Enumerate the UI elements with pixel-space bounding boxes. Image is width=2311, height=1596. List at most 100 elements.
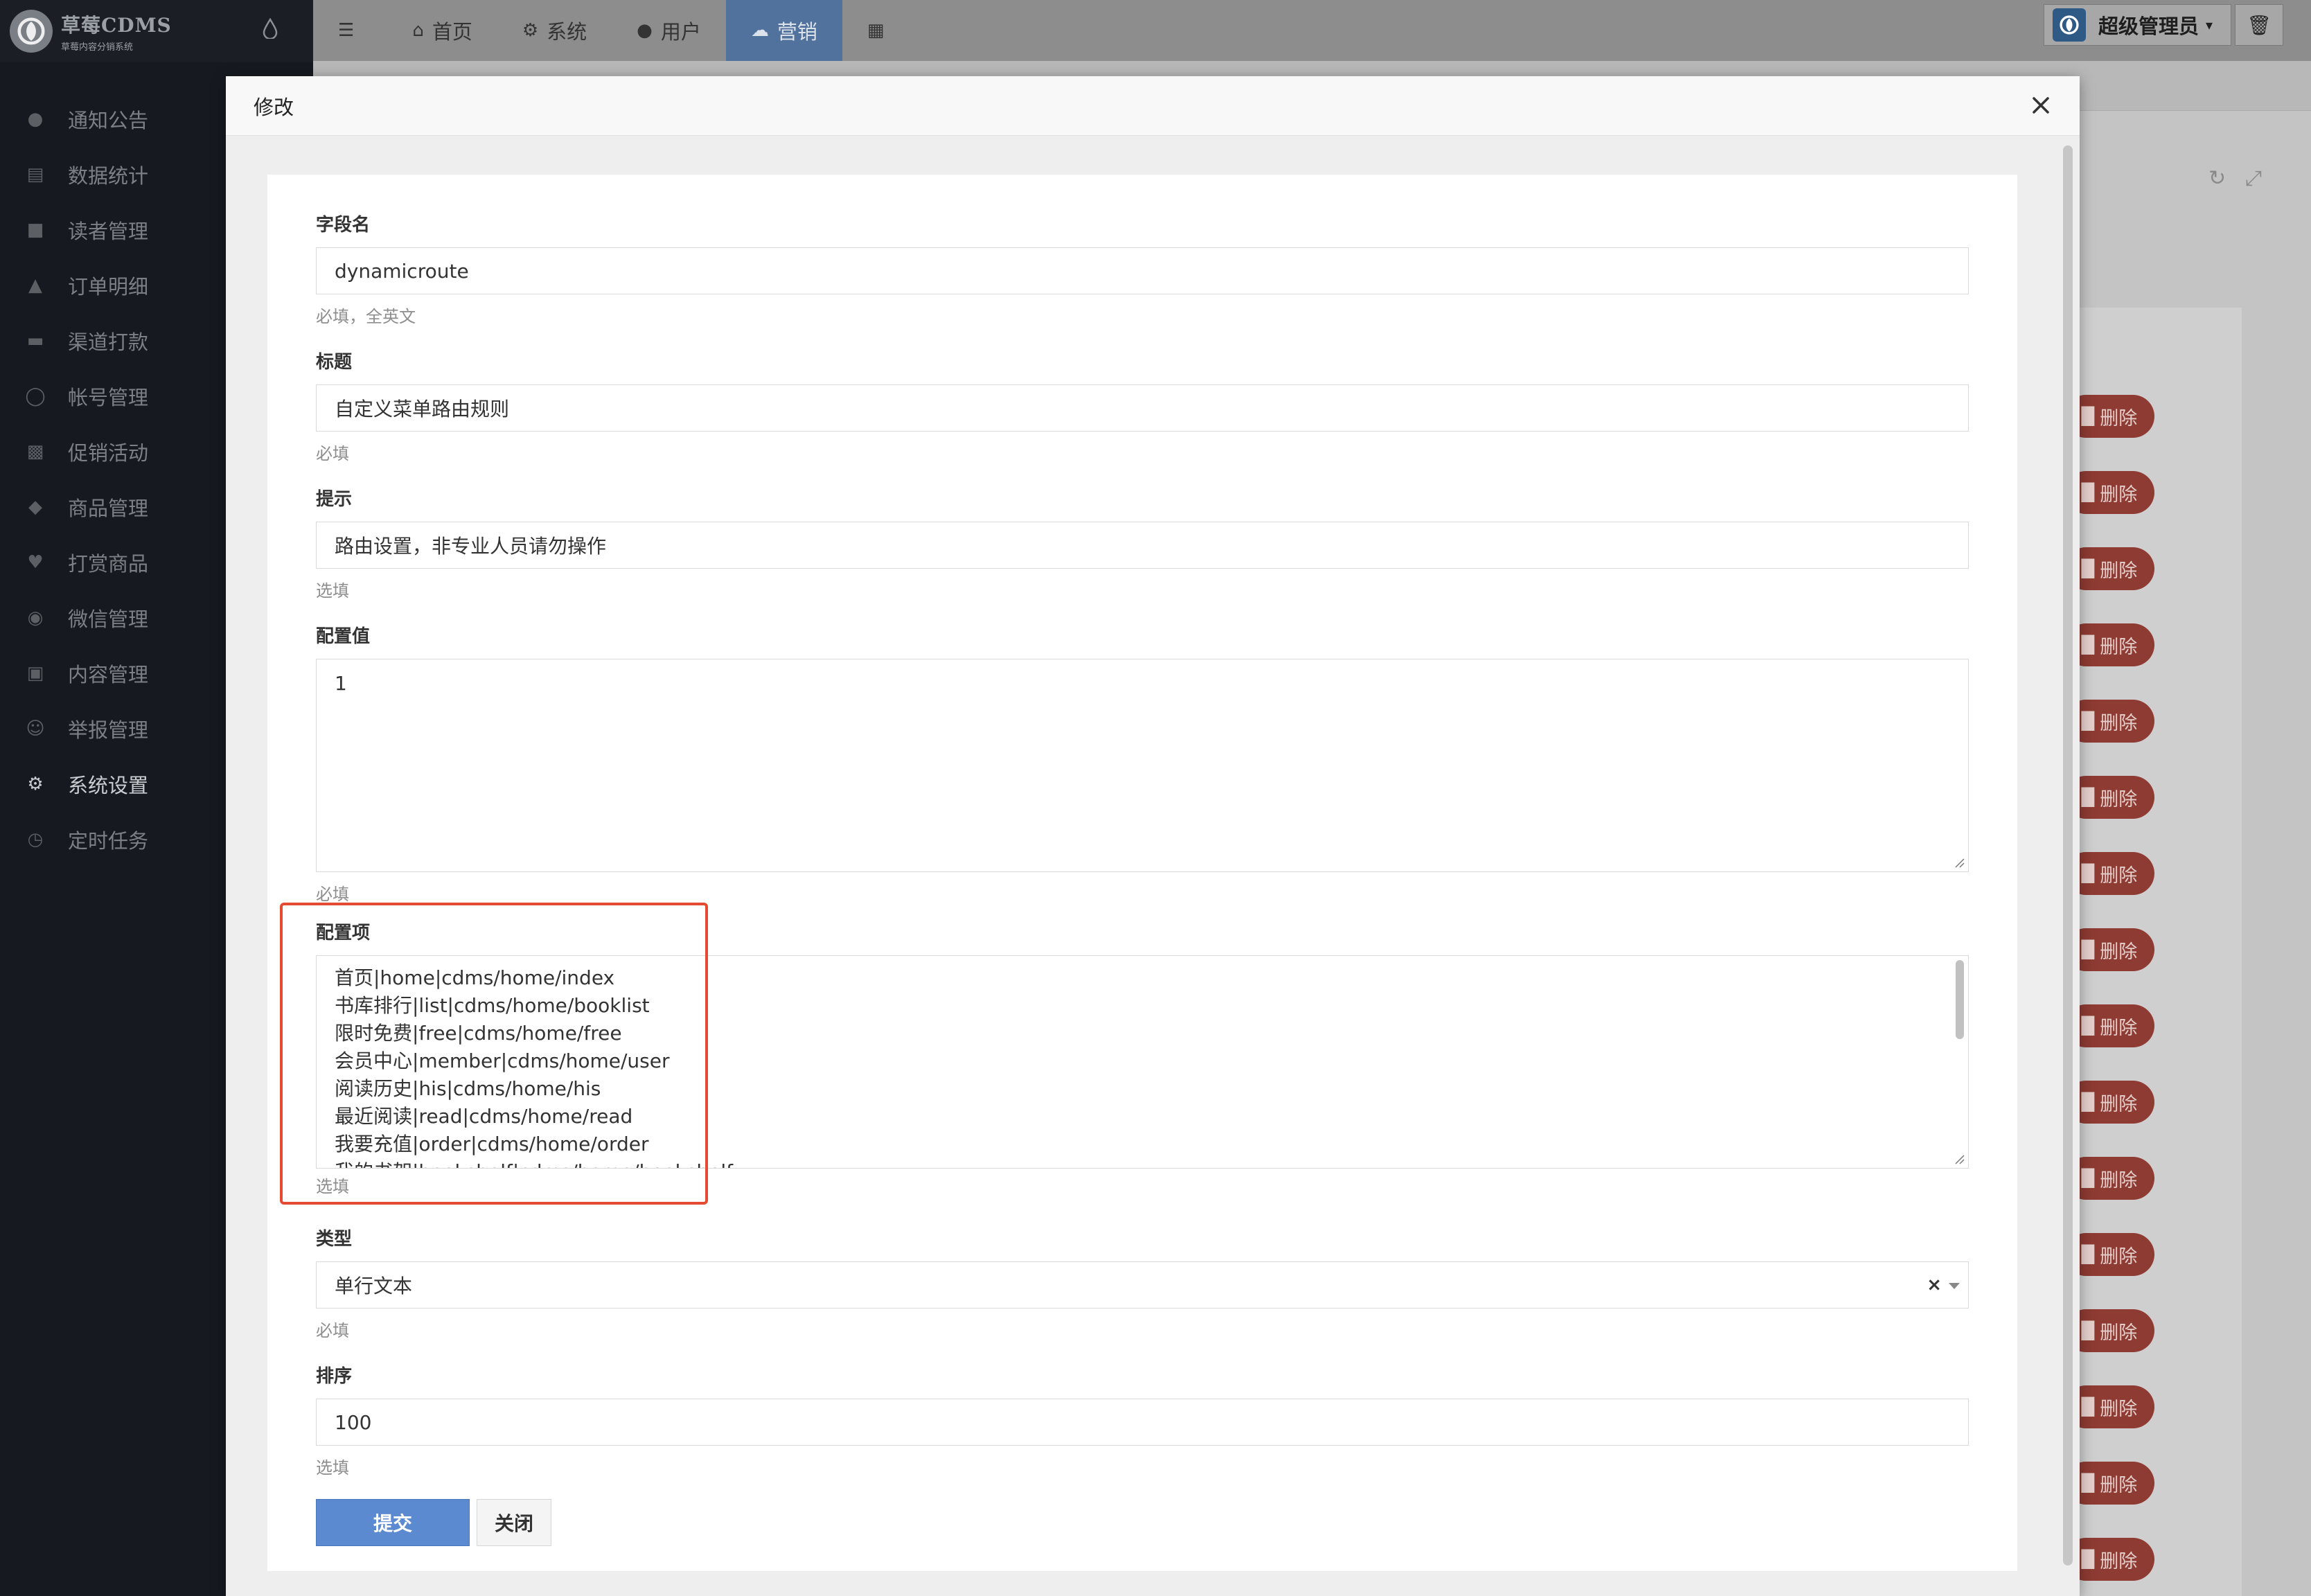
close-button[interactable]: 关闭 [477, 1499, 551, 1546]
field-hint: 必填 [316, 1321, 349, 1340]
textarea-scrollbar[interactable] [1954, 959, 1965, 1158]
trash-icon: █ [2081, 940, 2095, 959]
brand-header: 草莓CDMS 草莓内容分销系统 [0, 0, 313, 62]
option-line: 书库排行|list|cdms/home/booklist [335, 994, 650, 1017]
delete-label: 删除 [2100, 1550, 2138, 1572]
top-navbar: ☰ ⌂ 首页 ⚙ 系统 ● 用户 ☁ 营销 ▦ 超级管理员 ▾ 🗑 [313, 0, 2311, 61]
tip-input[interactable]: 路由设置，非专业人员请勿操作 [316, 522, 1969, 569]
option-line: 我要充值|order|cdms/home/order [335, 1133, 649, 1155]
sidebar-item-label: 打赏商品 [68, 552, 149, 576]
delete-label: 删除 [2100, 864, 2138, 887]
nav-marketing[interactable]: ☁ 营销 [725, 0, 842, 61]
chevron-down-icon [1949, 1283, 1960, 1289]
nav-label: 用户 [660, 20, 701, 44]
heart-icon: ♥ [27, 552, 44, 573]
field-label: 配置值 [316, 626, 371, 647]
option-line: 最近阅读|read|cdms/home/read [335, 1105, 633, 1128]
caret-down-icon: ▾ [2206, 17, 2213, 33]
trash-icon: █ [2081, 483, 2095, 502]
top-nav: ☰ ⌂ 首页 ⚙ 系统 ● 用户 ☁ 营销 ▦ [313, 0, 917, 61]
delete-label: 删除 [2100, 1322, 2138, 1344]
keyboard-icon: ▬ [26, 330, 44, 351]
trash-icon: █ [2081, 1092, 2095, 1112]
option-line: 会员中心|member|cdms/home/user [335, 1049, 670, 1072]
hamburger-icon: ☰ [338, 20, 355, 41]
bar-chart-icon: ▤ [26, 164, 44, 185]
resize-handle-icon[interactable] [1954, 1154, 1965, 1165]
trash-icon: █ [2081, 1245, 2095, 1264]
field-hint: 必填 [316, 885, 349, 904]
field-hint: 选填 [316, 1177, 349, 1196]
modal-close-button[interactable] [2026, 90, 2056, 121]
sidebar-item-label: 通知公告 [68, 109, 149, 132]
book-icon: ▣ [26, 663, 44, 684]
admin-dropdown[interactable]: 超级管理员 ▾ [2044, 4, 2232, 46]
field-title: 标题 自定义菜单路由规则 必填 [316, 348, 1969, 464]
refresh-icon[interactable]: ↻ [2208, 166, 2226, 190]
delete-label: 删除 [2100, 484, 2138, 506]
panel-tools: ↻ ⤢ [2189, 166, 2262, 190]
nav-system[interactable]: ⚙ 系统 [497, 0, 612, 61]
user-icon: ◯ [25, 386, 46, 407]
nav-apps[interactable]: ▦ [842, 0, 918, 61]
nav-users[interactable]: ● 用户 [612, 0, 726, 61]
field-label: 类型 [316, 1229, 353, 1250]
trash-icon: 🗑 [2247, 13, 2272, 37]
sidebar-item-label: 内容管理 [68, 663, 149, 686]
submit-button[interactable]: 提交 [316, 1499, 470, 1546]
config-value-textarea[interactable]: 1 [316, 659, 1969, 872]
field-name: 字段名 dynamicroute 必填，全英文 [316, 211, 1969, 327]
sidebar-item-label: 读者管理 [68, 220, 149, 243]
textarea-value: 1 [335, 672, 347, 695]
comment-icon: ● [27, 109, 44, 130]
resize-handle-icon[interactable] [1954, 858, 1965, 869]
delete-label: 删除 [2100, 1474, 2138, 1496]
nav-label: 系统 [547, 20, 587, 44]
wechat-icon: ◉ [27, 608, 44, 628]
name-input[interactable]: dynamicroute [316, 247, 1969, 294]
briefcase-icon: ▩ [26, 441, 44, 462]
user-icon: ● [637, 20, 653, 41]
theme-drop-icon[interactable] [262, 17, 278, 44]
option-line: 限时免费|free|cdms/home/free [335, 1022, 622, 1045]
sidebar-item-label: 举报管理 [68, 718, 149, 742]
field-hint: 选填 [316, 1458, 349, 1478]
trash-icon: █ [2081, 1321, 2095, 1340]
sidebar-item-label: 订单明细 [68, 275, 149, 299]
config-items-textarea[interactable]: 首页|home|cdms/home/index 书库排行|list|cdms/h… [316, 955, 1969, 1169]
sort-input[interactable]: 100 [316, 1399, 1969, 1446]
nav-home[interactable]: ⌂ 首页 [387, 0, 497, 61]
brand-logo [10, 10, 53, 53]
menu-toggle-button[interactable]: ☰ [313, 0, 387, 61]
avatar [2053, 8, 2086, 42]
field-config-value: 配置值 1 必填 [316, 622, 1969, 905]
clear-cache-button[interactable]: 🗑 [2235, 4, 2283, 46]
field-hint: 必填 [316, 444, 349, 463]
brand-name: 草莓CDMS [61, 13, 172, 37]
form-card: 字段名 dynamicroute 必填，全英文 标题 自定义菜单路由规则 必填 … [267, 175, 2017, 1571]
modal-scrollbar[interactable] [2063, 139, 2074, 1572]
brand-tagline: 草莓内容分销系统 [61, 42, 134, 53]
delete-label: 删除 [2100, 1169, 2138, 1191]
gear-icon: ⚙ [522, 20, 539, 41]
sidebar-item-label: 渠道打款 [68, 330, 149, 354]
home-icon: ⌂ [412, 20, 424, 41]
trash-icon: █ [2081, 1473, 2095, 1493]
trash-icon: █ [2081, 559, 2095, 578]
option-line: 我的书架|bookshelf|cdms/home/bookshelf [335, 1158, 1950, 1168]
field-hint: 必填，全英文 [316, 307, 416, 326]
title-input[interactable]: 自定义菜单路由规则 [316, 384, 1969, 432]
field-label: 排序 [316, 1366, 353, 1387]
delete-label: 删除 [2100, 560, 2138, 582]
type-select[interactable]: 单行文本 × [316, 1261, 1969, 1309]
nav-label: 营销 [777, 20, 817, 44]
field-label: 配置项 [316, 923, 371, 943]
field-type: 类型 单行文本 × 必填 [316, 1225, 1969, 1341]
cloud-icon: ☁ [750, 20, 769, 41]
fullscreen-icon[interactable]: ⤢ [2245, 166, 2262, 190]
trash-icon: █ [2081, 864, 2095, 883]
field-config-items: 配置项 首页|home|cdms/home/index 书库排行|list|cd… [316, 919, 1969, 1197]
smile-icon: ☺ [26, 718, 45, 739]
gear-icon: ⚙ [27, 774, 44, 795]
clear-select-icon[interactable]: × [1927, 1275, 1942, 1295]
